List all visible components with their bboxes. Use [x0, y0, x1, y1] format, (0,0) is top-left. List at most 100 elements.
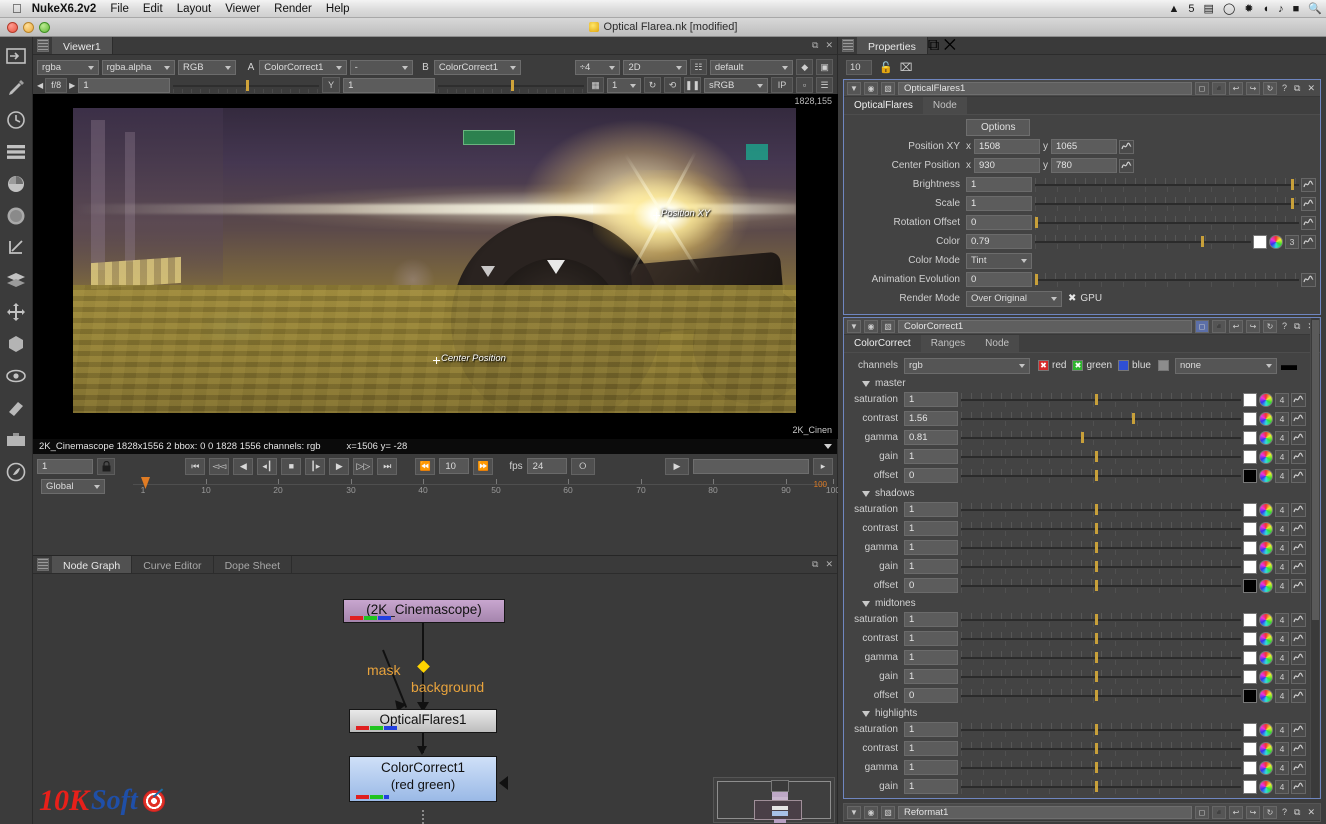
shadows-saturation-input[interactable]: 1: [904, 502, 958, 517]
animate-midtones-gain-icon[interactable]: [1291, 670, 1306, 684]
channels-select[interactable]: rgb: [904, 358, 1030, 374]
group-highlights-toggle-icon[interactable]: [862, 711, 870, 717]
animate-master-gamma-icon[interactable]: [1291, 431, 1306, 445]
tab-dope-sheet[interactable]: Dope Sheet: [214, 556, 292, 573]
keyer-nodes-icon[interactable]: [5, 237, 27, 259]
midtones-offset-input[interactable]: 0: [904, 688, 958, 703]
animate-shadows-offset-icon[interactable]: [1291, 579, 1306, 593]
node-name-field-opticalflares[interactable]: OpticalFlares1: [898, 82, 1192, 95]
midtones-saturation-wheel-icon[interactable]: [1259, 613, 1273, 627]
reload-icon[interactable]: ⟲: [664, 77, 681, 93]
mask-channel-dropdown[interactable]: none: [1175, 358, 1277, 374]
master-saturation-slider[interactable]: [961, 392, 1241, 407]
group-midtones[interactable]: midtones: [846, 596, 1308, 611]
checker-icon[interactable]: ☰: [816, 77, 833, 93]
exposure-stepper[interactable]: ◀ f/8 ▶: [37, 78, 75, 93]
midtones-gamma-wheel-icon[interactable]: [1259, 651, 1273, 665]
group-shadows[interactable]: shadows: [846, 486, 1308, 501]
animate-highlights-gamma-icon[interactable]: [1291, 761, 1306, 775]
master-contrast-wheel-icon[interactable]: [1259, 412, 1273, 426]
tab-ranges[interactable]: Ranges: [921, 335, 975, 352]
midtones-saturation-slider[interactable]: [961, 612, 1241, 627]
center-y-input[interactable]: 780: [1051, 158, 1117, 173]
master-contrast-channels[interactable]: 4: [1275, 412, 1289, 426]
blend-operation-dropdown[interactable]: -: [350, 60, 414, 75]
options-button[interactable]: Options: [966, 119, 1030, 136]
colorspace-dropdown[interactable]: sRGB: [704, 78, 768, 93]
shadows-offset-input[interactable]: 0: [904, 578, 958, 593]
master-gamma-swatch[interactable]: [1243, 431, 1257, 445]
layout-dropdown[interactable]: default: [710, 60, 793, 75]
rotation-offset-slider[interactable]: [1035, 215, 1299, 230]
midtones-offset-channels[interactable]: 4: [1275, 689, 1289, 703]
group-highlights[interactable]: highlights: [846, 706, 1308, 721]
highlights-offset-input[interactable]: 0: [904, 798, 958, 799]
battery-icon[interactable]: ■: [1293, 3, 1300, 15]
tab-node-opticalflares[interactable]: Node: [923, 97, 967, 114]
shadows-contrast-wheel-icon[interactable]: [1259, 522, 1273, 536]
red-checkbox-icon[interactable]: ✖: [1038, 360, 1049, 371]
panel-mask-cc-icon[interactable]: ◾: [1212, 320, 1226, 333]
scale-slider[interactable]: [1035, 196, 1299, 211]
frame-back-button[interactable]: ⏪: [415, 458, 435, 475]
menu-item-layout[interactable]: Layout: [177, 3, 212, 15]
node-graph-minimap[interactable]: [713, 777, 835, 823]
master-gamma-input[interactable]: 0.81: [904, 430, 958, 445]
panel-revert-cc-icon[interactable]: ↻: [1263, 320, 1277, 333]
menu-item-help[interactable]: Help: [326, 3, 350, 15]
step-backward-button[interactable]: ◂┃: [257, 458, 277, 475]
midtones-gain-wheel-icon[interactable]: [1259, 670, 1273, 684]
node-pane-grip-handle[interactable]: [37, 558, 49, 571]
downrez-dropdown[interactable]: ÷4: [575, 60, 621, 75]
animate-highlights-contrast-icon[interactable]: [1291, 742, 1306, 756]
highlights-saturation-swatch[interactable]: [1243, 723, 1257, 737]
channel-nodes-icon[interactable]: [5, 141, 27, 163]
refresh-icon[interactable]: ↻: [644, 77, 661, 93]
shadows-saturation-swatch[interactable]: [1243, 503, 1257, 517]
viewer-pairs-icon[interactable]: ☷: [690, 59, 707, 75]
shadows-offset-slider[interactable]: [961, 578, 1241, 593]
master-gain-wheel-icon[interactable]: [1259, 450, 1273, 464]
panel-float-icon[interactable]: ⧉: [1292, 83, 1302, 94]
highlights-contrast-wheel-icon[interactable]: [1259, 742, 1273, 756]
animate-midtones-offset-icon[interactable]: [1291, 689, 1306, 703]
shadows-saturation-slider[interactable]: [961, 502, 1241, 517]
pane-grip-handle[interactable]: [37, 39, 49, 52]
transform-nodes-icon[interactable]: [5, 301, 27, 323]
panel-mask-reformat-icon[interactable]: ◾: [1212, 806, 1226, 819]
animate-position-xy-icon[interactable]: [1119, 140, 1134, 154]
alpha-checkbox-icon[interactable]: [1158, 360, 1169, 371]
menu-item-viewer[interactable]: Viewer: [225, 3, 260, 15]
tab-curve-editor[interactable]: Curve Editor: [132, 556, 213, 573]
clock-icon[interactable]: ◯: [1223, 2, 1235, 15]
highlights-gain-channels[interactable]: 4: [1275, 780, 1289, 794]
midtones-gamma-input[interactable]: 1: [904, 650, 958, 665]
channel-toggle-green[interactable]: ✖ green: [1072, 360, 1112, 371]
deep-nodes-icon[interactable]: [5, 397, 27, 419]
ip-button[interactable]: IP: [771, 77, 793, 93]
spotlight-icon[interactable]: 🔍: [1308, 2, 1322, 15]
shadows-gamma-swatch[interactable]: [1243, 541, 1257, 555]
display-mode-dropdown[interactable]: RGB: [178, 60, 236, 75]
roi-icon[interactable]: ▣: [816, 59, 833, 75]
highlights-gain-input[interactable]: 1: [904, 779, 958, 794]
collapse-panel-reformat-icon[interactable]: ▼: [847, 806, 861, 819]
tab-colorcorrect[interactable]: ColorCorrect: [844, 335, 921, 352]
master-offset-input[interactable]: 0: [904, 468, 958, 483]
shadows-gain-swatch[interactable]: [1243, 560, 1257, 574]
input-b-dropdown[interactable]: ColorCorrect1: [434, 60, 521, 75]
prev-keyframe-button[interactable]: ◅◅: [209, 458, 229, 475]
filter-nodes-icon[interactable]: [5, 205, 27, 227]
collapse-panel-cc-icon[interactable]: ▼: [847, 320, 861, 333]
tab-node-graph[interactable]: Node Graph: [52, 556, 132, 573]
highlights-saturation-input[interactable]: 1: [904, 722, 958, 737]
panel-help-reformat-icon[interactable]: ?: [1280, 807, 1289, 817]
animate-highlights-gain-icon[interactable]: [1291, 780, 1306, 794]
node-name-field-colorcorrect[interactable]: ColorCorrect1: [898, 320, 1192, 333]
animation-evolution-slider[interactable]: [1035, 272, 1299, 287]
exposure-slider[interactable]: [173, 78, 319, 93]
highlights-gain-swatch[interactable]: [1243, 780, 1257, 794]
animate-shadows-saturation-icon[interactable]: [1291, 503, 1306, 517]
float-pane-icon[interactable]: ⧉: [812, 40, 818, 51]
collapse-panel-icon[interactable]: ▼: [847, 82, 861, 95]
